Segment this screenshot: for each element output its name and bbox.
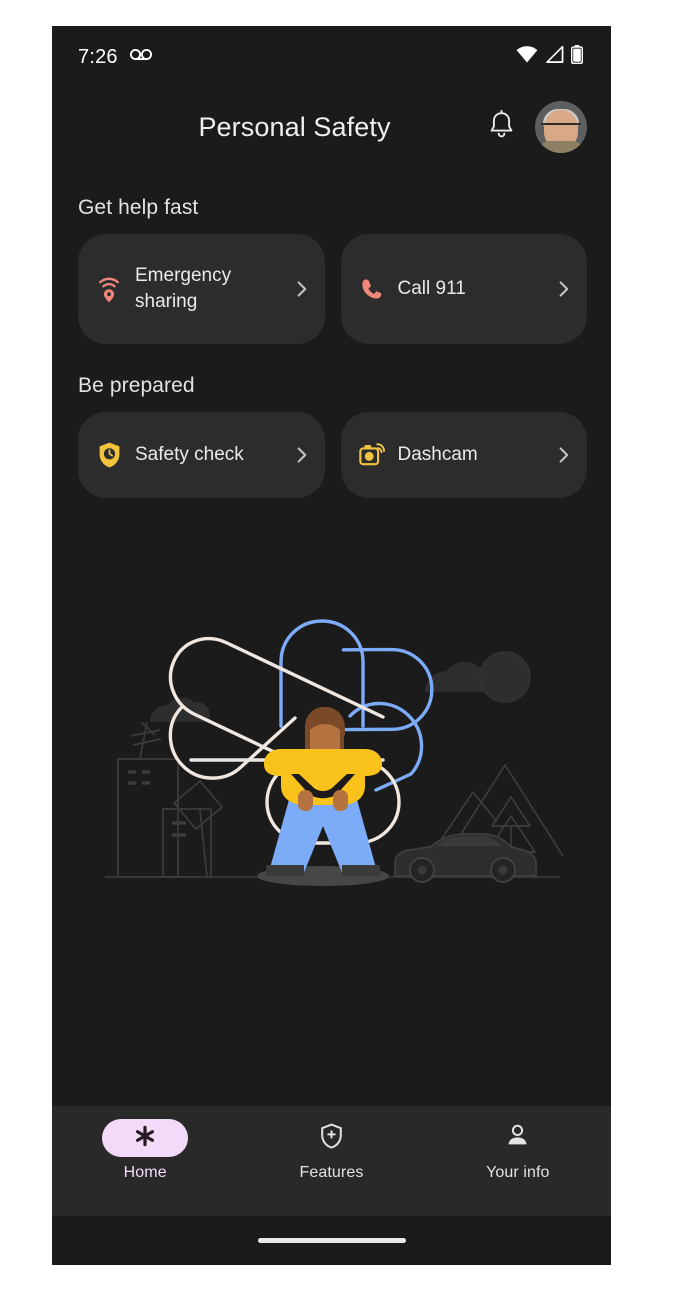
phone-call-icon: [359, 274, 385, 304]
card-label-call-911: Call 911: [397, 278, 466, 299]
shield-clock-icon: [96, 440, 122, 470]
card-call-911[interactable]: Call 911: [340, 234, 587, 344]
cellular-signal-icon: [545, 45, 564, 68]
card-safety-check[interactable]: Safety check: [78, 412, 325, 498]
bottom-navigation: Home Features Your info: [52, 1106, 611, 1216]
person-with-flower-illustration: [78, 594, 587, 894]
bell-icon[interactable]: [488, 109, 515, 145]
nav-your-info-pill: [475, 1119, 561, 1157]
card-row-get-help-fast: Emergency sharing Call 911: [78, 234, 587, 344]
status-bar-right: [516, 45, 584, 69]
voicemail-icon: [129, 48, 152, 66]
nav-home-pill: [102, 1119, 189, 1157]
section-heading-get-help-fast: Get help fast: [78, 196, 199, 219]
app-bar: Personal Safety: [52, 88, 611, 166]
main-content: Get help fast Emergency sharing Call 911…: [52, 166, 611, 894]
phone-screen: 7:26 Personal Safety Get help fast Emerg…: [52, 26, 611, 1265]
avatar[interactable]: [535, 101, 587, 153]
avatar-shirt: [538, 141, 584, 153]
card-label-dashcam: Dashcam: [397, 444, 478, 465]
card-label-emergency-sharing: Emergency sharing: [135, 265, 232, 312]
chevron-right-icon: [293, 446, 311, 464]
chevron-right-icon: [555, 280, 573, 298]
nav-label-features: Features: [299, 1164, 364, 1181]
nav-label-home: Home: [123, 1164, 167, 1181]
nav-features-pill: [288, 1119, 374, 1157]
section-heading-be-prepared: Be prepared: [78, 374, 195, 397]
status-clock: 7:26: [78, 45, 118, 68]
nav-item-features[interactable]: Features: [238, 1119, 424, 1182]
clouds: [150, 651, 531, 722]
card-row-be-prepared: Safety check Dashcam: [78, 412, 587, 498]
card-emergency-sharing[interactable]: Emergency sharing: [78, 234, 325, 344]
nav-item-your-info[interactable]: Your info: [425, 1119, 611, 1182]
gesture-navigation-bar: [52, 1216, 611, 1265]
status-bar: 7:26: [52, 26, 611, 88]
car: [394, 833, 537, 883]
shield-plus-icon: [320, 1123, 343, 1154]
gesture-pill[interactable]: [257, 1238, 406, 1243]
chevron-right-icon: [293, 280, 311, 298]
card-label-safety-check: Safety check: [135, 444, 244, 465]
nav-item-home[interactable]: Home: [52, 1119, 238, 1182]
card-dashcam[interactable]: Dashcam: [340, 412, 587, 498]
status-bar-left: 7:26: [78, 46, 152, 69]
emergency-sharing-icon: [96, 274, 122, 304]
avatar-glasses: [541, 122, 581, 130]
wifi-icon: [516, 46, 538, 68]
app-bar-actions: [488, 101, 587, 153]
person-icon: [505, 1123, 530, 1153]
nav-label-your-info: Your info: [486, 1164, 550, 1181]
chevron-right-icon: [555, 446, 573, 464]
dashcam-camera-icon: [358, 440, 385, 470]
battery-icon: [570, 45, 584, 69]
asterisk-icon: [134, 1125, 156, 1152]
